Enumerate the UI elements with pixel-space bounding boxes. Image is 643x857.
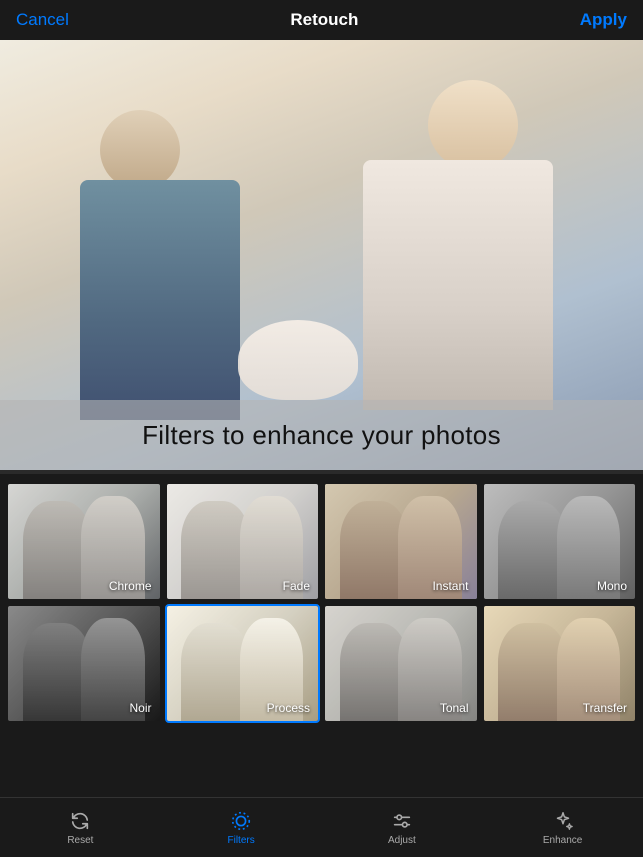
tool-label-reset: Reset [67,835,93,846]
filter-label-tonal: Tonal [440,701,469,715]
tool-label-filters: Filters [228,835,255,846]
filter-label-chrome: Chrome [109,579,152,593]
filter-label-instant: Instant [432,579,468,593]
tool-label-enhance: Enhance [543,835,582,846]
enhance-icon [552,810,574,832]
tool-label-adjust: Adjust [388,835,416,846]
filter-item-chrome[interactable]: Chrome [6,482,162,601]
main-photo: Filters to enhance your photos [0,40,643,470]
bottom-toolbar: Reset Filters Adjust Enhance [0,797,643,857]
filter-item-transfer[interactable]: Transfer [482,604,638,723]
filter-label-transfer: Transfer [583,701,627,715]
reset-icon [69,810,91,832]
adjust-icon [391,810,413,832]
filter-item-noir[interactable]: Noir [6,604,162,723]
filter-item-instant[interactable]: Instant [323,482,479,601]
tool-item-adjust[interactable]: Adjust [322,810,483,846]
filter-item-mono[interactable]: Mono [482,482,638,601]
filter-item-process[interactable]: Process [165,604,321,723]
filter-item-tonal[interactable]: Tonal [323,604,479,723]
tool-item-enhance[interactable]: Enhance [482,810,643,846]
filters-icon [230,810,252,832]
filter-item-fade[interactable]: Fade [165,482,321,601]
filter-label-process: Process [267,701,310,715]
overlay-text: Filters to enhance your photos [142,420,501,451]
cancel-button[interactable]: Cancel [16,10,69,30]
tool-item-reset[interactable]: Reset [0,810,161,846]
filter-label-mono: Mono [597,579,627,593]
filter-grid: Chrome Fade Instant [0,474,643,731]
apply-button[interactable]: Apply [580,10,627,30]
tool-item-filters[interactable]: Filters [161,810,322,846]
nav-bar: Cancel Retouch Apply [0,0,643,40]
page-title: Retouch [290,10,358,30]
filter-label-fade: Fade [283,579,310,593]
filter-label-noir: Noir [129,701,151,715]
photo-overlay: Filters to enhance your photos [0,400,643,470]
